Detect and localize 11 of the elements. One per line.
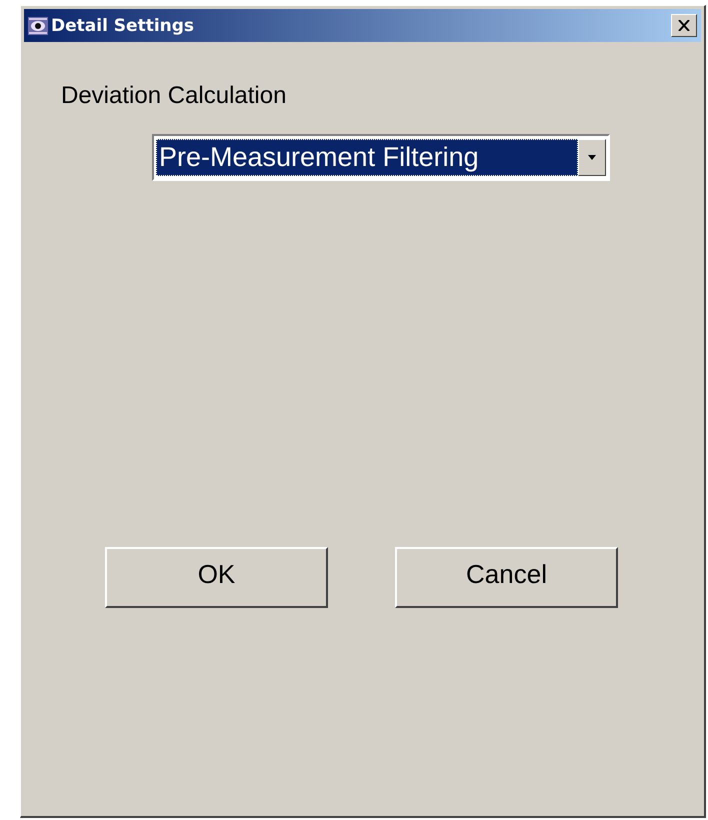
dropdown[interactable]: Pre-Measurement Filtering [152,134,610,181]
app-icon [28,16,48,34]
cancel-button[interactable]: Cancel [395,547,618,608]
window-title: Detail Settings [51,16,196,36]
ok-button[interactable]: OK [105,547,328,608]
dropdown-arrow-button[interactable] [578,139,606,176]
close-button[interactable] [671,14,697,37]
close-icon [678,20,690,31]
dropdown-value: Pre-Measurement Filtering [156,139,578,176]
field-label: Deviation Calculation [61,82,286,110]
caret-icon [587,154,597,160]
